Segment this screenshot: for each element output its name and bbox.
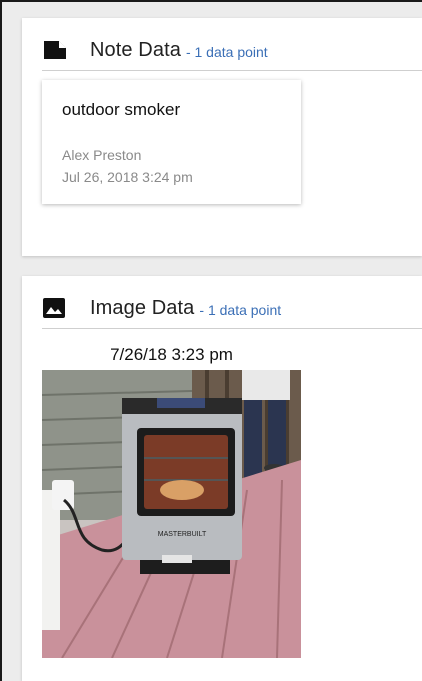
note-data-count[interactable]: - 1 data point — [186, 44, 268, 60]
note-data-card: Note Data - 1 data point outdoor smoker … — [22, 18, 422, 256]
note-icon — [42, 39, 70, 61]
note-text: outdoor smoker — [62, 100, 181, 119]
image-data-count[interactable]: - 1 data point — [199, 302, 281, 318]
image-icon — [42, 297, 70, 319]
photo-timestamp: 7/26/18 3:23 pm — [42, 340, 301, 370]
image-data-header: Image Data - 1 data point — [42, 288, 422, 329]
photo-illustration: MASTERBUILT — [42, 370, 301, 658]
smoker-brand-label: MASTERBUILT — [158, 531, 207, 538]
note-tile[interactable]: outdoor smoker Alex Preston Jul 26, 2018… — [42, 80, 301, 204]
note-author: Alex Preston — [62, 147, 142, 163]
note-date: Jul 26, 2018 3:24 pm — [62, 169, 193, 185]
image-data-card: Image Data - 1 data point MASTERBUILT 7/… — [22, 276, 422, 681]
image-data-title: Image Data — [90, 296, 195, 319]
smoker-photo[interactable]: MASTERBUILT 7/26/18 3:23 pm — [42, 340, 301, 658]
note-data-header: Note Data - 1 data point — [42, 30, 422, 71]
note-data-title: Note Data — [90, 38, 181, 61]
